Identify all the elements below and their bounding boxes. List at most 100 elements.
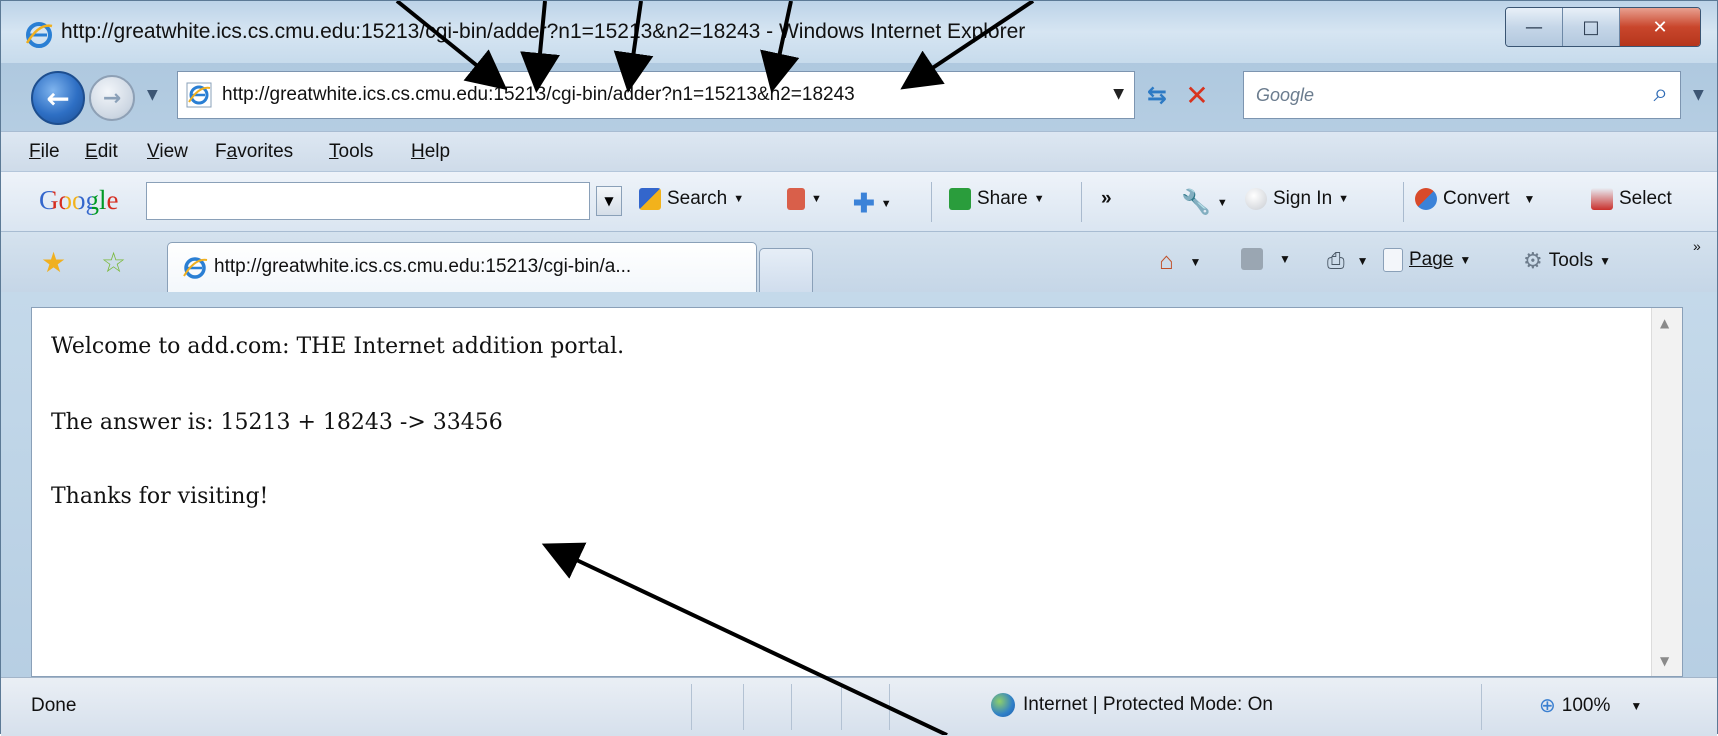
user-circle-icon bbox=[1245, 188, 1267, 210]
menu-favorites[interactable]: Favorites bbox=[215, 141, 293, 163]
google-search-label: Search bbox=[667, 188, 728, 209]
page-icon bbox=[1383, 248, 1403, 272]
menu-view-key: V bbox=[147, 141, 160, 162]
page-icon bbox=[186, 82, 212, 112]
command-overflow[interactable]: » bbox=[1693, 238, 1701, 254]
menu-tools-rest: ools bbox=[338, 141, 374, 162]
address-dropdown-icon[interactable]: ▼ bbox=[1113, 86, 1124, 102]
window-title: http://greatwhite.ics.cs.cmu.edu:15213/c… bbox=[61, 20, 1026, 43]
forward-arrow-icon: → bbox=[102, 85, 122, 111]
minimize-icon: — bbox=[1525, 16, 1543, 38]
tools-menu-label: Tools bbox=[1548, 250, 1594, 271]
google-search-input[interactable] bbox=[146, 182, 590, 220]
navigation-bar: ← → ▼ http://greatwhite.ics.cs.cmu.edu:1… bbox=[1, 63, 1717, 131]
menu-help[interactable]: Help bbox=[411, 141, 450, 163]
share-label: Share bbox=[977, 188, 1028, 209]
google-logo: Google bbox=[39, 185, 119, 215]
bookmark-icon bbox=[787, 188, 805, 210]
more-tools-button[interactable]: » bbox=[1101, 188, 1112, 210]
menu-view-rest: iew bbox=[159, 141, 188, 162]
wrench-icon: 🔧 bbox=[1181, 189, 1211, 216]
feeds-icon bbox=[1241, 248, 1263, 270]
close-icon: ✕ bbox=[1652, 16, 1668, 38]
stop-button[interactable]: ✕ bbox=[1179, 71, 1215, 119]
answer-text: The answer is: 15213 + 18243 -> 33456 bbox=[51, 410, 503, 435]
feeds-button[interactable]: ▼ bbox=[1241, 248, 1291, 270]
google-search-icon bbox=[639, 188, 661, 210]
menu-edit[interactable]: Edit bbox=[85, 141, 118, 163]
stop-icon: ✕ bbox=[1185, 78, 1209, 112]
close-button[interactable]: ✕ bbox=[1620, 8, 1700, 46]
back-arrow-icon: ← bbox=[46, 81, 70, 115]
print-icon: ⎙ bbox=[1327, 248, 1345, 273]
browser-window: http://greatwhite.ics.cs.cmu.edu:15213/c… bbox=[0, 0, 1718, 736]
search-options-dropdown[interactable]: ▼ bbox=[1693, 87, 1704, 103]
menu-file-rest: ile bbox=[40, 141, 60, 162]
google-plus-button[interactable]: ✚ ▼ bbox=[853, 188, 892, 219]
favorites-star-icon[interactable]: ★ bbox=[41, 246, 66, 279]
google-bookmark-button[interactable]: ▼ bbox=[787, 188, 822, 210]
share-icon bbox=[949, 188, 971, 210]
add-favorites-icon[interactable]: ☆ bbox=[101, 246, 126, 279]
share-button[interactable]: Share ▼ bbox=[949, 188, 1045, 210]
new-tab-button[interactable] bbox=[759, 248, 813, 292]
recent-pages-dropdown[interactable]: ▼ bbox=[147, 87, 158, 103]
menu-favorites-key: a bbox=[226, 141, 238, 162]
zoom-icon: ⊕ bbox=[1539, 695, 1556, 717]
welcome-text: Welcome to add.com: THE Internet additio… bbox=[51, 334, 625, 359]
search-placeholder: Google bbox=[1256, 85, 1315, 105]
select-label: Select bbox=[1619, 188, 1672, 209]
status-divider bbox=[743, 684, 744, 730]
toolbar-divider bbox=[1081, 182, 1082, 222]
menu-favorites-rest: vorites bbox=[237, 141, 294, 162]
vertical-scrollbar[interactable]: ▲ ▼ bbox=[1651, 308, 1682, 676]
thanks-text: Thanks for visiting! bbox=[51, 484, 269, 509]
menu-file-key: F bbox=[29, 141, 41, 162]
ie-logo-icon bbox=[25, 21, 53, 53]
convert-button[interactable]: Convert ▼ bbox=[1415, 188, 1535, 210]
gear-icon: ⚙ bbox=[1523, 248, 1543, 273]
tab-bar: ★ ☆ http://greatwhite.ics.cs.cmu.edu:152… bbox=[1, 231, 1717, 292]
sign-in-button[interactable]: Sign In ▼ bbox=[1245, 188, 1349, 210]
globe-icon bbox=[991, 693, 1015, 717]
refresh-button[interactable]: ⇆ bbox=[1139, 71, 1175, 119]
toolbar-divider bbox=[931, 182, 932, 222]
scroll-down-icon[interactable]: ▼ bbox=[1660, 654, 1669, 668]
minimize-button[interactable]: — bbox=[1506, 8, 1563, 46]
status-divider bbox=[841, 684, 842, 730]
google-search-button[interactable]: Search ▼ bbox=[639, 188, 744, 210]
wrench-button[interactable]: 🔧 ▼ bbox=[1181, 188, 1228, 217]
window-controls: — □ ✕ bbox=[1505, 7, 1701, 47]
back-button[interactable]: ← bbox=[31, 71, 85, 125]
address-bar[interactable]: http://greatwhite.ics.cs.cmu.edu:15213/c… bbox=[177, 71, 1135, 119]
page-menu-button[interactable]: Page ▼ bbox=[1383, 248, 1471, 272]
menu-help-rest: elp bbox=[424, 141, 451, 162]
google-search-dropdown[interactable]: ▼ bbox=[596, 186, 622, 216]
tab-active[interactable]: http://greatwhite.ics.cs.cmu.edu:15213/c… bbox=[167, 242, 757, 292]
search-box[interactable]: Google ⌕ bbox=[1243, 71, 1681, 119]
menu-tools[interactable]: Tools bbox=[329, 141, 373, 163]
security-zone-label: Internet | Protected Mode: On bbox=[1023, 694, 1273, 715]
select-button[interactable]: Select bbox=[1591, 188, 1672, 210]
tab-page-icon bbox=[182, 255, 208, 285]
search-icon[interactable]: ⌕ bbox=[1653, 78, 1668, 109]
zoom-control[interactable]: ⊕ 100% ▼ bbox=[1539, 693, 1642, 718]
menu-file[interactable]: File bbox=[29, 141, 60, 163]
title-bar: http://greatwhite.ics.cs.cmu.edu:15213/c… bbox=[1, 1, 1717, 63]
convert-icon bbox=[1415, 188, 1437, 210]
status-divider bbox=[691, 684, 692, 730]
print-button[interactable]: ⎙ ▼ bbox=[1327, 248, 1369, 274]
toolbar-divider bbox=[1403, 182, 1404, 222]
google-toolbar: Google ▼ Search ▼ ▼ ✚ ▼ Share ▼ » 🔧 ▼ Sign I… bbox=[1, 171, 1717, 232]
menu-view[interactable]: View bbox=[147, 141, 188, 163]
convert-label: Convert bbox=[1443, 188, 1510, 209]
tools-menu-button[interactable]: ⚙ Tools ▼ bbox=[1523, 248, 1611, 274]
address-url[interactable]: http://greatwhite.ics.cs.cmu.edu:15213/c… bbox=[222, 84, 855, 106]
maximize-button[interactable]: □ bbox=[1563, 8, 1620, 46]
scroll-up-icon[interactable]: ▲ bbox=[1660, 316, 1669, 330]
menu-favorites-pre: F bbox=[215, 141, 227, 162]
home-button[interactable]: ⌂ ▼ bbox=[1159, 248, 1201, 276]
forward-button[interactable]: → bbox=[89, 75, 135, 121]
security-zone[interactable]: Internet | Protected Mode: On bbox=[991, 693, 1273, 717]
maximize-icon: □ bbox=[1582, 16, 1600, 38]
